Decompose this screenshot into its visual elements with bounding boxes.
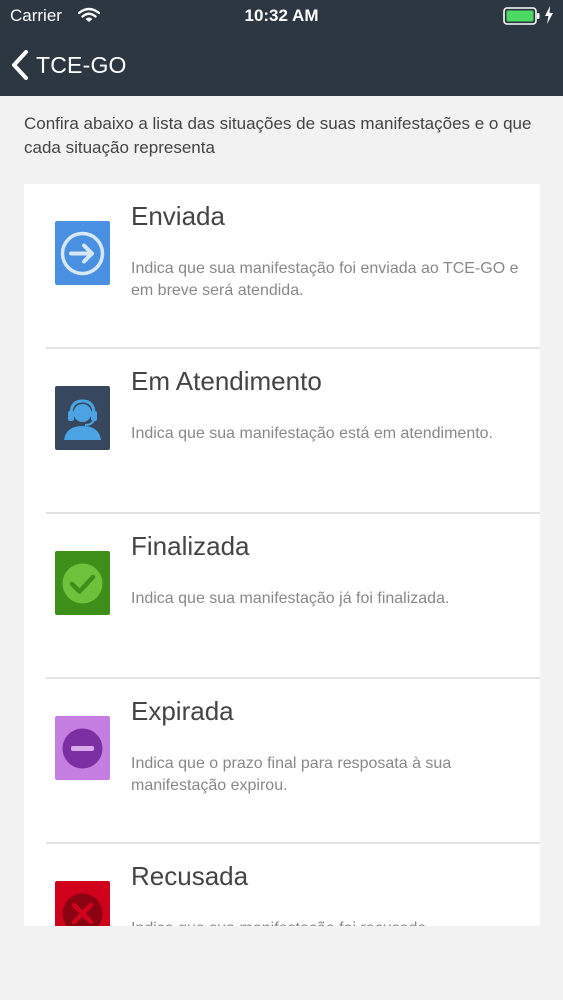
- x-circle-icon: [55, 881, 110, 926]
- status-description: Indica que sua manifestação está em aten…: [131, 425, 493, 442]
- back-button[interactable]: TCE-GO: [10, 48, 170, 82]
- status-bar: Carrier 10:32 AM: [0, 0, 563, 32]
- battery-icon: [503, 7, 541, 30]
- status-description: Indica que sua manifestação foi enviada …: [131, 260, 519, 299]
- charging-bolt-icon: [544, 6, 554, 29]
- top-bar: Carrier 10:32 AM TCE-GO: [0, 0, 563, 96]
- back-label: TCE-GO: [36, 51, 127, 78]
- chevron-left-icon: [12, 50, 28, 80]
- status-title: Recusada: [131, 861, 249, 891]
- status-title: Enviada: [131, 201, 225, 231]
- arrow-right-circle-icon: [55, 221, 110, 285]
- status-item-expirada: Expirada Indica que o prazo final para r…: [24, 679, 540, 844]
- headset-agent-icon: [55, 386, 110, 450]
- status-description: Indica que o prazo final para resposata …: [131, 755, 452, 794]
- status-description: Indica que sua manifestação foi recusada…: [131, 918, 526, 926]
- status-description: Indica que sua manifestação já foi final…: [131, 590, 450, 607]
- status-title: Expirada: [131, 696, 234, 726]
- status-item-finalizada: Finalizada Indica que sua manifestação j…: [24, 514, 540, 679]
- intro-text: Confira abaixo a lista das situações de …: [24, 114, 532, 157]
- status-item-em-atendimento: Em Atendimento Indica que sua manifestaç…: [24, 349, 540, 514]
- status-list: Enviada Indica que sua manifestação foi …: [24, 184, 540, 926]
- status-time: 10:32 AM: [244, 6, 319, 25]
- status-title: Finalizada: [131, 531, 250, 561]
- minus-circle-icon: [55, 716, 110, 780]
- status-item-recusada: Recusada Indica que sua manifestação foi…: [24, 844, 540, 926]
- navigation-bar: TCE-GO: [0, 40, 563, 90]
- check-circle-icon: [55, 551, 110, 615]
- status-item-enviada: Enviada Indica que sua manifestação foi …: [24, 184, 540, 349]
- status-title: Em Atendimento: [131, 366, 322, 396]
